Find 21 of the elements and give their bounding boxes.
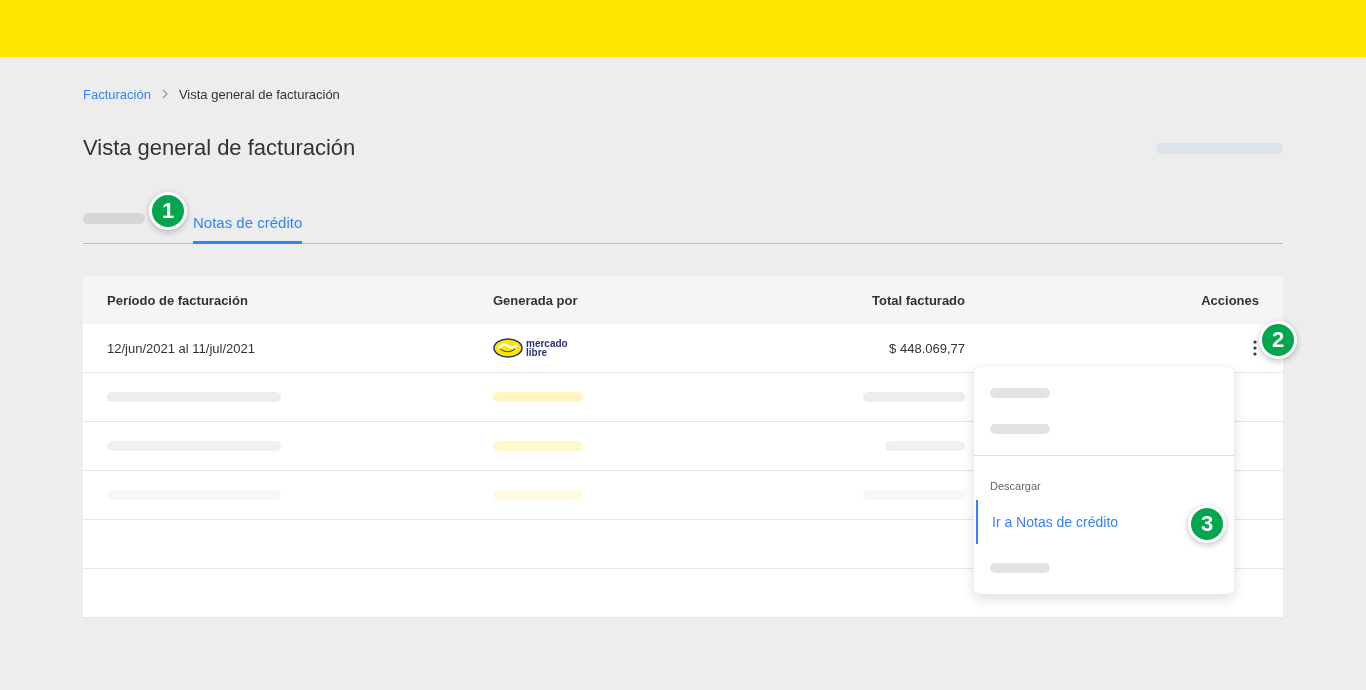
breadcrumb-link[interactable]: Facturación	[83, 86, 151, 102]
table-cell: 12/jun/2021 al 11/jul/2021	[107, 340, 255, 356]
current-page-label: Vista general de facturación	[178, 86, 340, 102]
placeholder-menu-item[interactable]	[990, 563, 1050, 573]
chevron-right-icon	[160, 89, 169, 99]
step-marker: 2	[1259, 321, 1297, 359]
more-options-button[interactable]	[1251, 338, 1259, 358]
column-header: Total facturado	[872, 292, 965, 308]
step-marker: 3	[1188, 505, 1226, 543]
company-logo: mercado libre	[493, 338, 693, 358]
column-header: Acciones	[1201, 292, 1259, 308]
column-header: Período de facturación	[107, 292, 248, 308]
table-cell: $ 448.069,77	[889, 340, 965, 356]
page-title: Vista general de facturación	[83, 135, 356, 161]
step-marker: 1	[149, 192, 187, 230]
placeholder-tab[interactable]	[83, 213, 145, 224]
menu-section-label: Descargar	[989, 479, 1042, 494]
placeholder-menu-item[interactable]	[990, 388, 1050, 398]
placeholder-menu-item[interactable]	[990, 424, 1050, 434]
column-header: Generada por	[493, 292, 578, 308]
tab[interactable]: Notas de crédito	[193, 214, 303, 244]
